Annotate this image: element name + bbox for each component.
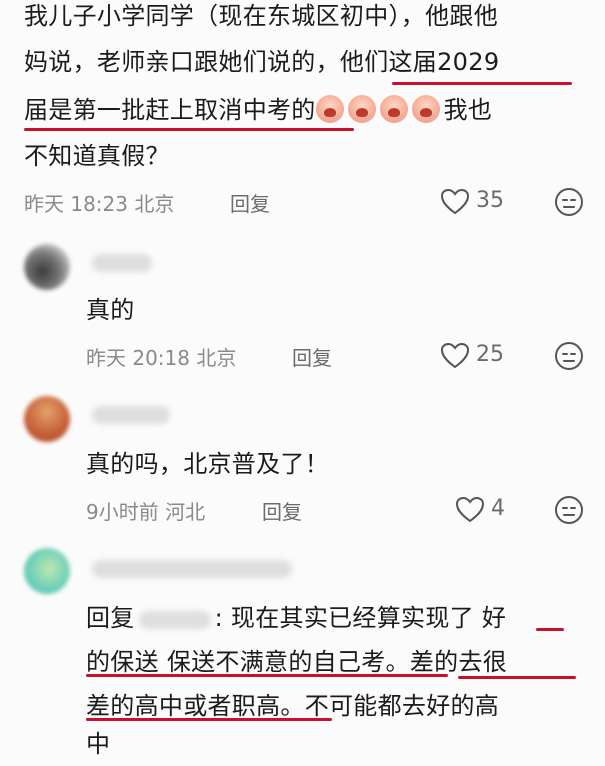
reply-button[interactable]: 回复 — [230, 188, 270, 217]
neutral-face-icon — [555, 188, 583, 216]
annotation-underline — [392, 82, 572, 85]
like-count: 35 — [476, 188, 504, 213]
reply-text-line: 的保送 保送不满意的自己考。差的去很 — [86, 648, 508, 676]
crying-face-emoji — [379, 95, 408, 123]
crying-face-emoji — [347, 95, 376, 123]
comment-text-segment: 我也 — [443, 96, 493, 124]
crying-face-emoji — [315, 95, 344, 123]
username-blurred — [92, 254, 152, 272]
mentioned-user-blurred[interactable] — [138, 611, 211, 629]
avatar[interactable] — [24, 548, 70, 594]
heart-outline-icon — [440, 188, 470, 215]
reply-button[interactable]: 回复 — [262, 496, 302, 525]
like-button[interactable] — [455, 496, 485, 528]
neutral-face-icon — [555, 342, 583, 370]
like-count: 4 — [491, 496, 505, 521]
reply-text: 真的吗，北京普及了！ — [86, 450, 329, 478]
reply-text-line: 差的高中或者职高。不可能都去好的高 — [86, 692, 500, 720]
username-blurred — [92, 406, 170, 424]
dislike-button[interactable] — [554, 187, 584, 221]
comment-text-segment: 届是第一批赶上取消中考的 — [24, 96, 316, 124]
annotation-underline — [536, 628, 564, 631]
neutral-face-icon — [555, 496, 583, 524]
dislike-button[interactable] — [554, 341, 584, 375]
reply-text-segment: : 现在其实已经算实现了 好 — [214, 604, 507, 632]
like-count: 25 — [476, 342, 504, 367]
like-button[interactable] — [440, 342, 470, 374]
comment-timestamp: 昨天 18:23 北京 — [24, 192, 175, 216]
reply-text-line: 回复 : 现在其实已经算实现了 好 — [86, 596, 506, 640]
dislike-button[interactable] — [554, 495, 584, 529]
annotation-underline — [24, 128, 354, 131]
avatar[interactable] — [24, 244, 70, 290]
comment-timestamp: 9小时前 河北 — [86, 500, 206, 524]
comment-text-segment: 妈说，老师亲口跟她们说的， — [24, 48, 340, 76]
heart-outline-icon — [455, 496, 485, 523]
like-button[interactable] — [440, 188, 470, 220]
comment-text-line: 我儿子小学同学（现在东城区初中），他跟他 — [24, 2, 498, 30]
comment-text-line: 届是第一批赶上取消中考的 我也 — [24, 88, 492, 132]
reply-prefix: 回复 — [86, 604, 135, 632]
reply-button[interactable]: 回复 — [292, 342, 332, 371]
comment-timestamp: 昨天 20:18 北京 — [86, 346, 237, 370]
reply-text-line: 中 — [86, 730, 111, 758]
annotation-underline — [86, 674, 448, 677]
username-blurred — [92, 560, 292, 578]
reply-text: 真的 — [86, 296, 135, 324]
heart-outline-icon — [440, 342, 470, 369]
annotation-underline — [86, 718, 332, 721]
annotation-underline — [458, 676, 576, 679]
comment-text-segment: 他们这届2029 — [339, 48, 500, 76]
crying-face-emoji — [411, 95, 440, 123]
comment-text-line: 不知道真假？ — [24, 142, 170, 170]
comment-text-line: 妈说，老师亲口跟她们说的，他们这届2029 — [24, 40, 499, 84]
avatar[interactable] — [24, 396, 70, 442]
